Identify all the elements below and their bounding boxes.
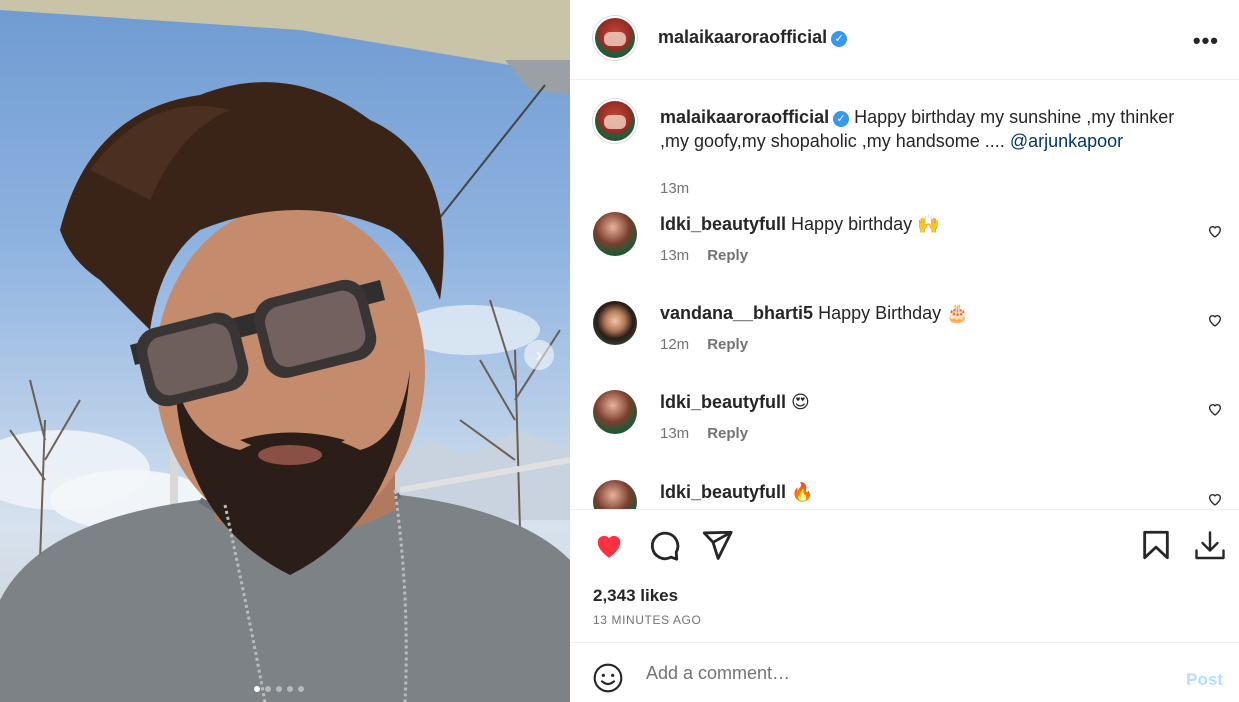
caption-author-username[interactable]: malaikaaroraofficial <box>660 107 829 127</box>
more-options-icon[interactable]: ••• <box>1193 28 1219 54</box>
comment-item: ldki_beautyfull 😍 13m Reply <box>593 390 1223 460</box>
comment-timestamp: 13m <box>660 425 690 442</box>
caption-timestamp: 13m <box>660 180 690 197</box>
paper-plane-icon[interactable] <box>700 528 734 562</box>
post-actions: 2,343 likes 13 MINUTES AGO <box>570 509 1239 643</box>
reply-button[interactable]: Reply <box>707 425 748 442</box>
commenter-avatar[interactable] <box>593 480 637 509</box>
smiley-icon[interactable] <box>592 662 624 694</box>
comment-body: ldki_beautyfull 🔥 <box>660 480 813 505</box>
caption-mention-link[interactable]: @arjunkapoor <box>1010 131 1123 151</box>
comment-meta: 13m Reply <box>660 247 748 264</box>
comment-body: vandana__bharti5 Happy Birthday 🎂 <box>660 301 969 326</box>
comment-text: Happy Birthday <box>818 303 947 323</box>
comment-emoji: 🔥 <box>791 482 814 503</box>
post-timestamp: 13 MINUTES AGO <box>593 613 702 627</box>
commenter-username[interactable]: ldki_beautyfull <box>660 214 786 234</box>
carousel-dot-4 <box>287 686 293 692</box>
comment-body: ldki_beautyfull 😍 <box>660 390 810 415</box>
likes-count[interactable]: 2,343 likes <box>593 586 678 606</box>
carousel-next-button[interactable]: › <box>524 340 554 370</box>
caption-text: malaikaaroraofficial ✓ Happy birthday my … <box>660 105 1205 153</box>
post-side-panel: malaikaaroraofficial ✓ ••• malaikaaroraof… <box>570 0 1239 702</box>
comment-emoji: 🙌 <box>917 214 940 235</box>
post-photo[interactable]: › <box>0 0 570 702</box>
verified-badge-icon: ✓ <box>831 30 848 47</box>
comment-meta: 13m Reply <box>660 425 748 442</box>
comment-text: Happy birthday <box>791 214 918 234</box>
comment-body: ldki_beautyfull Happy birthday 🙌 <box>660 212 940 237</box>
post-comment-button[interactable]: Post <box>1186 670 1223 690</box>
comment-item: ldki_beautyfull Happy birthday 🙌 13m Rep… <box>593 212 1223 282</box>
comment-like-heart-icon[interactable] <box>1207 223 1223 239</box>
post-header: malaikaaroraofficial ✓ ••• <box>570 0 1239 80</box>
comment-input[interactable] <box>646 659 1166 687</box>
bookmark-icon[interactable] <box>1139 528 1173 562</box>
author-username[interactable]: malaikaaroraofficial ✓ <box>658 27 848 48</box>
comment-meta: 12m Reply <box>660 336 748 353</box>
comment-like-heart-icon[interactable] <box>1207 312 1223 328</box>
reply-button[interactable]: Reply <box>707 247 748 264</box>
comment-emoji: 🎂 <box>946 303 969 324</box>
commenter-avatar[interactable] <box>593 301 637 345</box>
commenter-username[interactable]: vandana__bharti5 <box>660 303 813 323</box>
carousel-indicator <box>254 686 304 692</box>
comment-like-heart-icon[interactable] <box>1207 401 1223 417</box>
comment-bubble-icon[interactable] <box>647 528 681 562</box>
commenter-username[interactable]: ldki_beautyfull <box>660 392 786 412</box>
carousel-dot-2 <box>265 686 271 692</box>
carousel-dot-5 <box>298 686 304 692</box>
reply-button[interactable]: Reply <box>707 336 748 353</box>
comments-list[interactable]: malaikaaroraofficial ✓ Happy birthday my … <box>570 81 1239 509</box>
carousel-dot-1 <box>254 686 260 692</box>
author-username-text[interactable]: malaikaaroraofficial <box>658 27 827 47</box>
comment-composer: Post <box>570 644 1239 702</box>
commenter-avatar[interactable] <box>593 390 637 434</box>
comment-item: ldki_beautyfull 🔥 <box>593 480 1223 509</box>
selfie-image <box>0 0 570 702</box>
author-avatar[interactable] <box>593 16 637 60</box>
carousel-dot-3 <box>276 686 282 692</box>
download-icon[interactable] <box>1192 528 1228 564</box>
heart-icon[interactable] <box>592 528 626 562</box>
commenter-avatar[interactable] <box>593 212 637 256</box>
caption-author-avatar[interactable] <box>593 99 637 143</box>
comment-emoji: 😍 <box>791 392 810 413</box>
verified-badge-icon: ✓ <box>833 111 850 127</box>
comment-timestamp: 12m <box>660 336 690 353</box>
comment-item: vandana__bharti5 Happy Birthday 🎂 12m Re… <box>593 301 1223 371</box>
comment-timestamp: 13m <box>660 247 690 264</box>
comment-like-heart-icon[interactable] <box>1207 491 1223 507</box>
commenter-username[interactable]: ldki_beautyfull <box>660 482 786 502</box>
